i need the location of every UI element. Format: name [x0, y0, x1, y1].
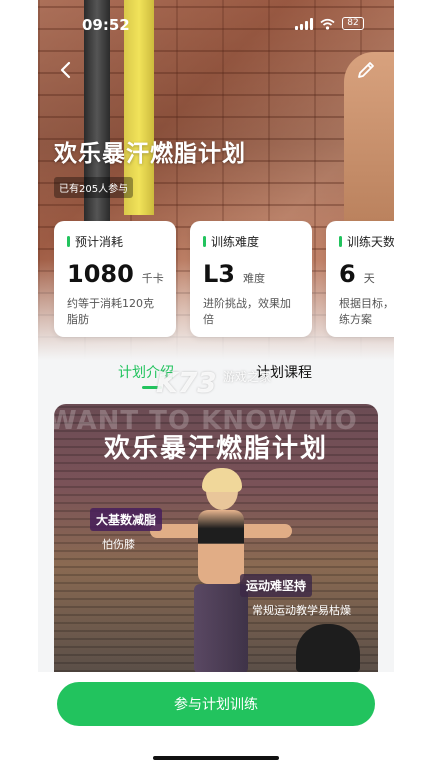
card-label-row: 训练天数 — [339, 233, 394, 250]
wifi-icon — [320, 18, 335, 30]
card-label: 训练天数 — [347, 235, 394, 249]
card-unit: 天 — [363, 272, 375, 285]
status-icons: 82 — [295, 17, 364, 30]
edit-button[interactable] — [352, 56, 380, 84]
banner-tag-1: 大基数减脂 怕伤膝 — [90, 508, 163, 552]
card-label-row: 训练难度 — [203, 233, 299, 250]
card-label: 训练难度 — [211, 235, 260, 249]
card-value-row: 1080 千卡 — [67, 260, 164, 288]
status-bar: 09:52 82 — [38, 12, 394, 40]
watermark-logo: K73 — [156, 366, 217, 399]
card-unit: 千卡 — [141, 272, 164, 285]
stat-card-calories[interactable]: 预计消耗 1080 千卡 约等于消耗120克脂肪 — [54, 221, 176, 337]
join-plan-button[interactable]: 参与计划训练 — [57, 682, 375, 726]
tag-sub: 常规运动教学易枯燥 — [252, 604, 351, 617]
chevron-left-icon — [60, 61, 71, 79]
tag-sub: 怕伤膝 — [102, 538, 135, 551]
card-unit: 难度 — [243, 272, 265, 285]
card-value-row: L3 难度 — [203, 260, 299, 288]
card-label-row: 预计消耗 — [67, 233, 163, 250]
card-value: 1080 — [67, 260, 134, 288]
accent-dot — [67, 236, 70, 247]
banner-title: 欢乐暴汗燃脂计划 — [103, 434, 328, 464]
status-time: 09:52 — [82, 16, 130, 34]
stat-card-difficulty[interactable]: 训练难度 L3 难度 进阶挑战，效果加倍 — [190, 221, 312, 337]
tag-main: 大基数减脂 — [90, 508, 163, 531]
tag-main: 运动难坚持 — [240, 574, 313, 597]
card-value: L3 — [203, 260, 235, 288]
home-indicator — [153, 756, 279, 760]
trainer-figure — [150, 468, 292, 672]
plan-title: 欢乐暴汗燃脂计划 — [54, 141, 246, 167]
participants-badge: 已有205人参与 — [54, 177, 134, 198]
card-desc: 根据目标，专属训练方案 — [339, 297, 394, 326]
card-desc: 约等于消耗120克脂肪 — [67, 297, 154, 326]
bag-decor — [296, 624, 360, 672]
stat-card-days[interactable]: 训练天数 6 天 根据目标，专属训练方案 — [326, 221, 394, 337]
pencil-icon — [358, 62, 374, 78]
back-button[interactable] — [52, 56, 80, 84]
card-value-row: 6 天 — [339, 260, 394, 288]
figure-torso — [198, 510, 244, 584]
card-desc: 进阶挑战，效果加倍 — [203, 297, 291, 326]
stat-cards: 预计消耗 1080 千卡 约等于消耗120克脂肪 训练难度 L3 难度 进阶挑战… — [54, 221, 394, 337]
app-screen: 09:52 82 欢乐暴汗燃脂计划 已有205人参与 预计消耗 1080 千卡 … — [38, 0, 394, 768]
battery-icon: 82 — [342, 17, 364, 30]
plan-banner-image: WANT TO KNOW MO 欢乐暴汗燃脂计划 大基数减脂 怕伤膝 运动难坚持… — [54, 404, 378, 672]
accent-dot — [339, 236, 342, 247]
banner-tag-2: 运动难坚持 常规运动教学易枯燥 — [240, 574, 351, 618]
card-label: 预计消耗 — [75, 235, 124, 249]
signal-icon — [295, 17, 313, 30]
card-value: 6 — [339, 260, 356, 288]
accent-dot — [203, 236, 206, 247]
watermark-text: 游戏之家 — [223, 370, 272, 384]
figure-hair — [202, 468, 242, 492]
